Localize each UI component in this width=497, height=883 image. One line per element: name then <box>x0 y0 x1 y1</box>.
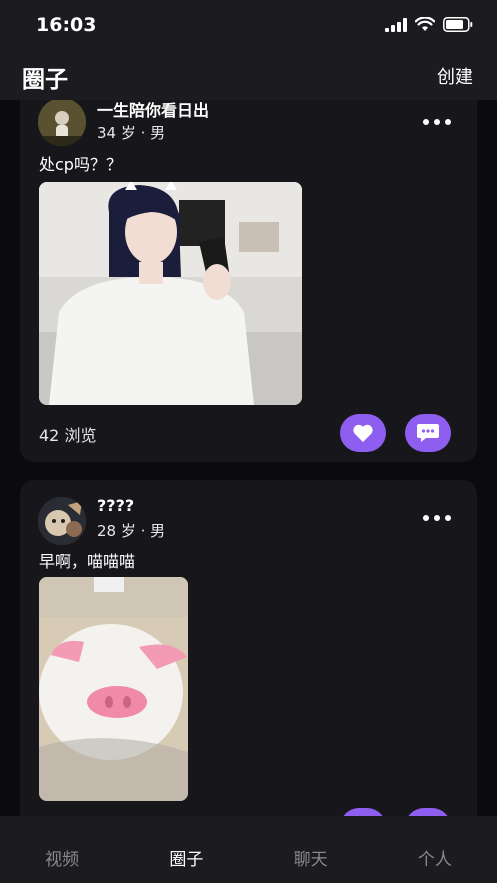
post-feed[interactable]: 一生陪你看日出 34 岁 · 男 处cp吗？？ 42 浏览 ???? 28 岁 … <box>0 100 497 816</box>
avatar-image <box>38 497 86 545</box>
user-meta: 28 岁 · 男 <box>97 522 166 540</box>
create-button[interactable]: 创建 <box>437 63 473 89</box>
screen: 16:03 圈子 创建 一生陪你看日出 34 岁 · 男 处cp吗？？ 42 浏… <box>0 0 497 883</box>
post-text: 早啊，喵喵喵 <box>39 552 136 571</box>
comment-button[interactable] <box>405 414 451 452</box>
more-options-icon[interactable] <box>423 119 451 125</box>
tab-circle[interactable]: 圈子 <box>124 816 248 883</box>
nav-bar: 圈子 创建 <box>0 54 497 100</box>
status-icons <box>385 17 473 32</box>
post-card[interactable]: ???? 28 岁 · 男 早啊，喵喵喵 <box>20 480 477 816</box>
username[interactable]: ???? <box>97 496 134 515</box>
like-button[interactable] <box>340 414 386 452</box>
comment-button[interactable] <box>405 808 451 816</box>
bottom-tab-bar: 视频 圈子 聊天 个人 <box>0 816 497 883</box>
wifi-icon <box>415 17 435 31</box>
post-card[interactable]: 一生陪你看日出 34 岁 · 男 处cp吗？？ 42 浏览 <box>20 100 477 462</box>
post-photo-image <box>39 182 302 405</box>
battery-icon <box>443 17 473 32</box>
status-bar: 16:03 <box>0 0 497 54</box>
heart-icon <box>353 424 373 442</box>
like-button[interactable] <box>340 808 386 816</box>
more-options-icon[interactable] <box>423 515 451 521</box>
avatar-image <box>38 100 86 146</box>
page-title: 圈子 <box>22 67 68 93</box>
tab-chat[interactable]: 聊天 <box>249 816 373 883</box>
post-photo[interactable] <box>39 182 302 405</box>
avatar[interactable] <box>38 497 86 545</box>
post-photo[interactable] <box>39 577 188 801</box>
view-count: 42 浏览 <box>39 426 97 445</box>
username[interactable]: 一生陪你看日出 <box>97 100 209 121</box>
post-text: 处cp吗？？ <box>39 155 122 174</box>
tab-profile[interactable]: 个人 <box>373 816 497 883</box>
signal-icon <box>385 17 407 32</box>
tab-video[interactable]: 视频 <box>0 816 124 883</box>
post-photo-image <box>39 577 188 801</box>
avatar[interactable] <box>38 100 86 146</box>
user-meta: 34 岁 · 男 <box>97 124 166 142</box>
status-time: 16:03 <box>36 14 97 36</box>
chat-bubble-icon <box>417 424 439 442</box>
